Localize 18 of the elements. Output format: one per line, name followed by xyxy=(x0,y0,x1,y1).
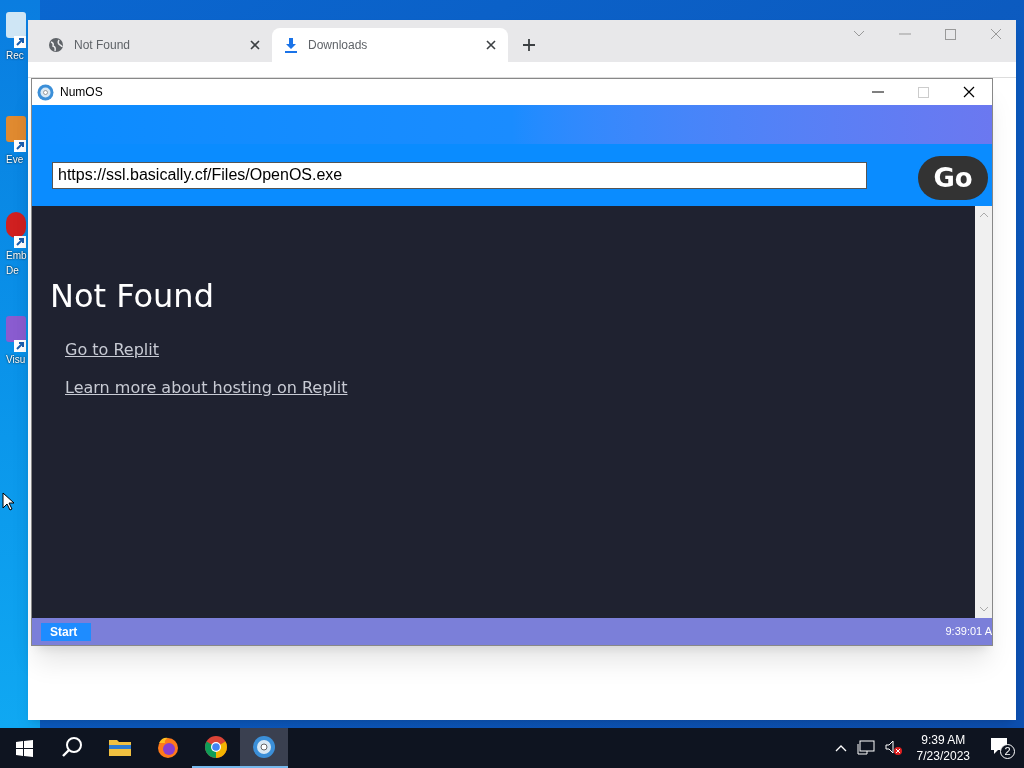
page-link[interactable]: Learn more about hosting on Replit xyxy=(65,376,348,400)
page-link[interactable]: Go to Replit xyxy=(65,338,159,362)
taskbar-date[interactable]: 7/23/2023 xyxy=(916,748,970,764)
icon-label: Emb xyxy=(6,249,27,263)
icon-label: De xyxy=(6,264,19,278)
clock: 9:39:01 A xyxy=(945,624,992,640)
icon-label: Eve xyxy=(6,153,24,167)
go-button[interactable]: Go xyxy=(918,156,988,200)
taskbar-time[interactable]: 9:39 AM xyxy=(921,732,966,748)
notification-badge: 2 xyxy=(1000,744,1015,759)
page-heading: Not Found xyxy=(50,276,215,317)
window-title: NumOS xyxy=(60,84,104,101)
icon-label: Rec xyxy=(6,49,24,63)
tab-title: Downloads xyxy=(308,37,369,54)
browser-tab[interactable]: Downloads xyxy=(272,28,508,62)
address-field[interactable]: https://ssl.basically.cf/Files/OpenOS.exe xyxy=(52,161,867,189)
icon-label: Visu xyxy=(6,353,26,367)
tab-title: Not Found xyxy=(74,37,132,54)
